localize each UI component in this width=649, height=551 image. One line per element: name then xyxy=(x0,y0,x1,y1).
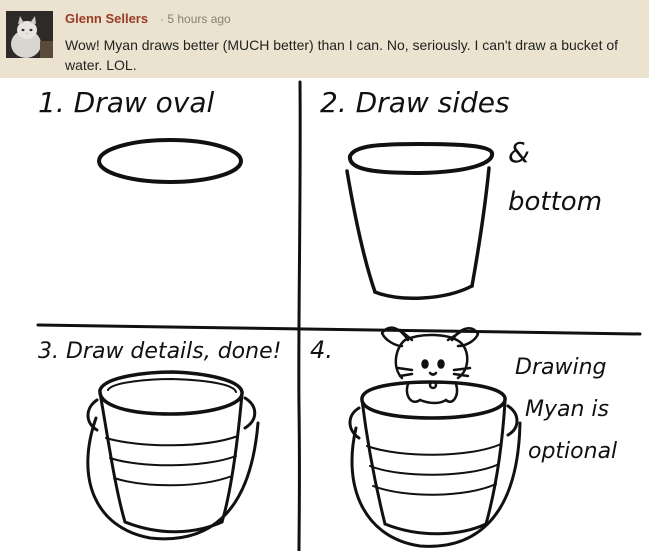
separator-dot: · xyxy=(160,12,164,26)
panel4-label: 4. xyxy=(310,336,333,364)
panel4-note-line2: Myan is xyxy=(525,397,609,422)
bucket-tutorial-drawing: 1. Draw oval 2. Draw sides & bottom 3. D… xyxy=(36,80,642,551)
comment-card: Glenn Sellers · 5 hours ago Wow! Myan dr… xyxy=(0,0,649,78)
panel2-ampersand: & xyxy=(508,136,530,169)
comment-text: Wow! Myan draws better (MUCH better) tha… xyxy=(65,37,619,73)
vertical-divider xyxy=(297,80,302,551)
panel3-bucket xyxy=(86,370,260,541)
cat-avatar[interactable] xyxy=(6,11,53,58)
cat-drawing xyxy=(380,326,480,405)
panel1-oval xyxy=(97,138,243,184)
panel1-label: 1. Draw oval xyxy=(38,86,215,119)
horizontal-divider xyxy=(36,323,642,336)
panel2-label: 2. Draw sides xyxy=(320,86,510,119)
timestamp-text: 5 hours ago xyxy=(167,12,231,26)
timestamp[interactable]: · 5 hours ago xyxy=(160,12,231,26)
panel4-note-line1: Drawing xyxy=(515,355,607,380)
panel2-bottom: bottom xyxy=(508,187,602,217)
author-name[interactable]: Glenn Sellers xyxy=(65,11,148,26)
panel3-label: 3. Draw details, done! xyxy=(38,339,281,364)
panel4-bucket xyxy=(348,380,522,548)
panel2-bucket xyxy=(345,142,495,300)
panel4-note-line3: optional xyxy=(528,439,617,464)
